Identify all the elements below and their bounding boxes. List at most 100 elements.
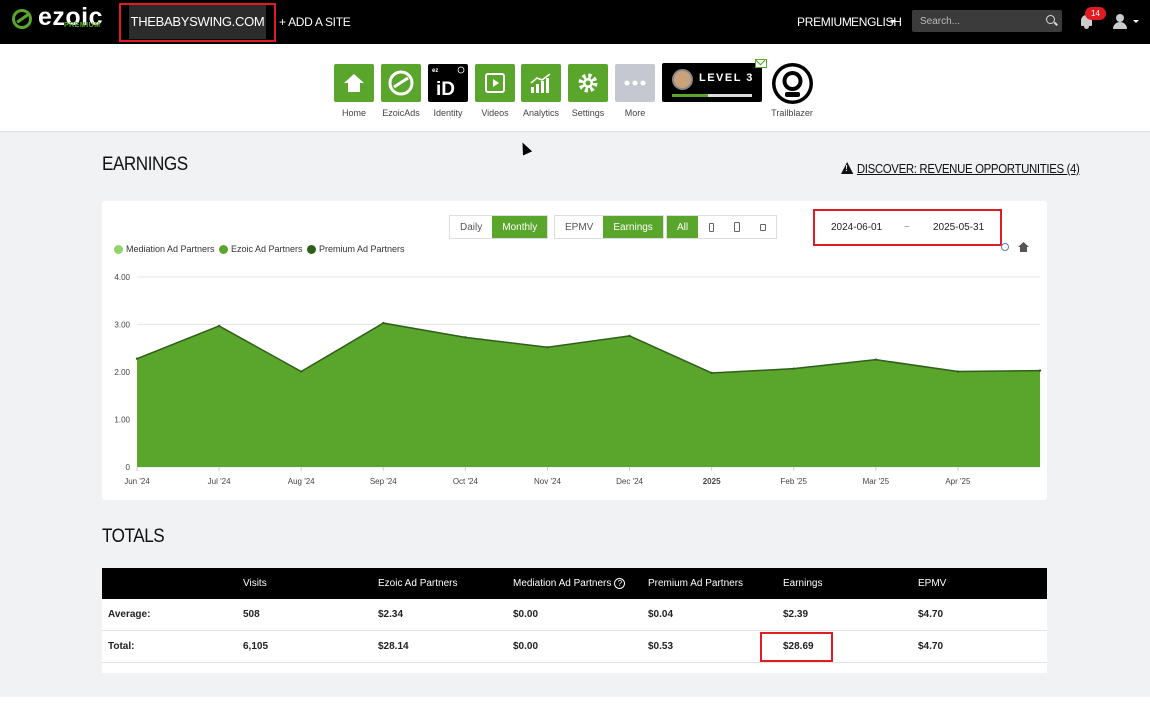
identity-big-text: iD: [436, 79, 455, 100]
y-tick-label: 1.00: [114, 416, 130, 425]
cell-premium: $0.53: [648, 641, 674, 652]
help-icon[interactable]: ?: [614, 578, 626, 589]
header-ezoic-ad-partners: Ezoic Ad Partners: [378, 578, 458, 589]
cell-epmv: $4.70: [918, 609, 944, 620]
row-label: Total:: [108, 641, 135, 652]
brand-tier: PREMIUM: [64, 22, 101, 29]
highlight-box: [119, 3, 276, 42]
header-visits: Visits: [243, 578, 267, 589]
user-body: [1113, 22, 1127, 29]
x-tick-label: Feb '25: [781, 477, 808, 486]
level-progress-fill: [672, 94, 708, 97]
avatar: [672, 69, 693, 90]
bell-clapper: [1084, 26, 1089, 29]
data-point: [464, 336, 467, 339]
data-point: [792, 367, 795, 370]
nav-trailblazer-label: Trailblazer: [771, 108, 813, 118]
home-icon: [344, 74, 364, 92]
trailblazer-button[interactable]: [772, 63, 813, 104]
x-tick-label: Sep '24: [370, 477, 397, 486]
cell-earnings: $2.39: [783, 609, 809, 620]
identity-icon: ez iD: [432, 66, 465, 100]
mail-icon[interactable]: [755, 59, 767, 68]
data-point: [710, 371, 713, 375]
chevron-down-icon[interactable]: [1133, 20, 1139, 23]
ezoicads-icon: [388, 70, 414, 96]
add-site-link[interactable]: + ADD A SITE: [279, 15, 351, 29]
header-epmv: EPMV: [918, 578, 947, 589]
data-point: [546, 346, 549, 349]
app-nav: Home EzoicAds ez iD Identity Videos Anal…: [0, 44, 1150, 132]
nav-ezoicads[interactable]: [381, 64, 421, 102]
search-icon[interactable]: [1046, 15, 1055, 24]
level-progress-bar: [672, 94, 752, 97]
cell-visits: 6,105: [243, 641, 269, 652]
data-point: [299, 370, 303, 373]
data-point: [628, 334, 631, 338]
y-tick-label: 3.00: [114, 321, 130, 330]
analytics-icon: [530, 73, 551, 93]
warning-icon: [841, 162, 854, 174]
header-premium-ad-partners: Premium Ad Partners: [648, 578, 744, 589]
premium-link[interactable]: PREMIUM: [797, 15, 852, 29]
cell-mediation: $0.00: [513, 609, 539, 620]
row-label: Average:: [108, 609, 151, 620]
x-tick-label: Dec '24: [616, 477, 643, 486]
nav-analytics[interactable]: [521, 64, 561, 102]
top-bar: ezoic PREMIUM THEBABYSWING.COM + ADD A S…: [0, 0, 1150, 44]
earnings-title: EARNINGS: [102, 154, 188, 175]
cell-ezoic: $2.34: [378, 609, 404, 620]
nav-identity[interactable]: ez iD: [428, 64, 468, 102]
table-row: Total: 6,105 $28.14 $0.00 $0.53 $28.69 $…: [102, 631, 1047, 663]
identity-small-text: ez: [432, 68, 438, 74]
totals-title: TOTALS: [102, 526, 165, 547]
level-badge[interactable]: LEVEL 3: [662, 63, 762, 102]
search-box: [912, 10, 1062, 32]
table-row: Average: 508 $2.34 $0.00 $0.04 $2.39 $4.…: [102, 599, 1047, 631]
footer-strip: [0, 697, 1150, 709]
nav-settings[interactable]: [568, 64, 608, 102]
x-tick-label: Oct '24: [453, 477, 479, 486]
cell-mediation: $0.00: [513, 641, 539, 652]
header-mediation-label: Mediation Ad Partners: [513, 578, 612, 589]
nav-videos[interactable]: [475, 64, 515, 102]
video-icon: [485, 73, 505, 93]
table-header: Visits Ezoic Ad Partners Mediation Ad Pa…: [102, 568, 1047, 599]
totals-table: Visits Ezoic Ad Partners Mediation Ad Pa…: [102, 568, 1047, 673]
data-point: [135, 357, 139, 360]
data-point: [382, 321, 385, 325]
nav-home[interactable]: [334, 64, 374, 102]
y-tick-label: 4.00: [114, 273, 130, 282]
x-tick-label: Aug '24: [288, 477, 315, 486]
chevron-down-icon: [890, 20, 896, 23]
user-icon[interactable]: [1112, 14, 1128, 30]
discover-label: DISCOVER: REVENUE OPPORTUNITIES (4): [856, 161, 1080, 176]
notification-count-badge[interactable]: 14: [1085, 7, 1106, 20]
x-tick-label: Jun '24: [124, 477, 150, 486]
x-tick-label: Mar '25: [863, 477, 890, 486]
nav-more-label: More: [624, 108, 646, 118]
gear-icon: [578, 73, 598, 93]
data-point: [874, 358, 878, 361]
y-tick-label: 2.00: [114, 368, 130, 377]
cell-ezoic: $28.14: [378, 641, 409, 652]
discover-revenue-link[interactable]: DISCOVER: REVENUE OPPORTUNITIES (4): [841, 161, 1080, 176]
highlight-box: [760, 632, 833, 662]
header-mediation-ad-partners: Mediation Ad Partners?: [513, 568, 626, 599]
x-tick-label: Nov '24: [534, 477, 561, 486]
x-tick-label: Jul '24: [208, 477, 231, 486]
level-label: LEVEL 3: [699, 72, 754, 84]
cell-visits: 508: [243, 609, 260, 620]
area-ezoic-ad-partners: [137, 323, 1040, 467]
more-icon: [624, 80, 646, 86]
earnings-chart: 4.00 3.00 2.00 1.00 0 Jun '24 Jul '24 Aug '24 Se…: [114, 273, 1042, 486]
nav-more[interactable]: [615, 64, 655, 102]
ezoic-logo-icon: [12, 9, 32, 29]
user-head: [1116, 14, 1124, 22]
y-tick-label: 0: [126, 463, 131, 472]
x-tick-label: 2025: [703, 477, 721, 486]
data-point: [217, 324, 221, 328]
search-input[interactable]: [912, 10, 1037, 32]
astronaut-icon: [775, 66, 810, 101]
mouse-cursor: [517, 140, 533, 156]
